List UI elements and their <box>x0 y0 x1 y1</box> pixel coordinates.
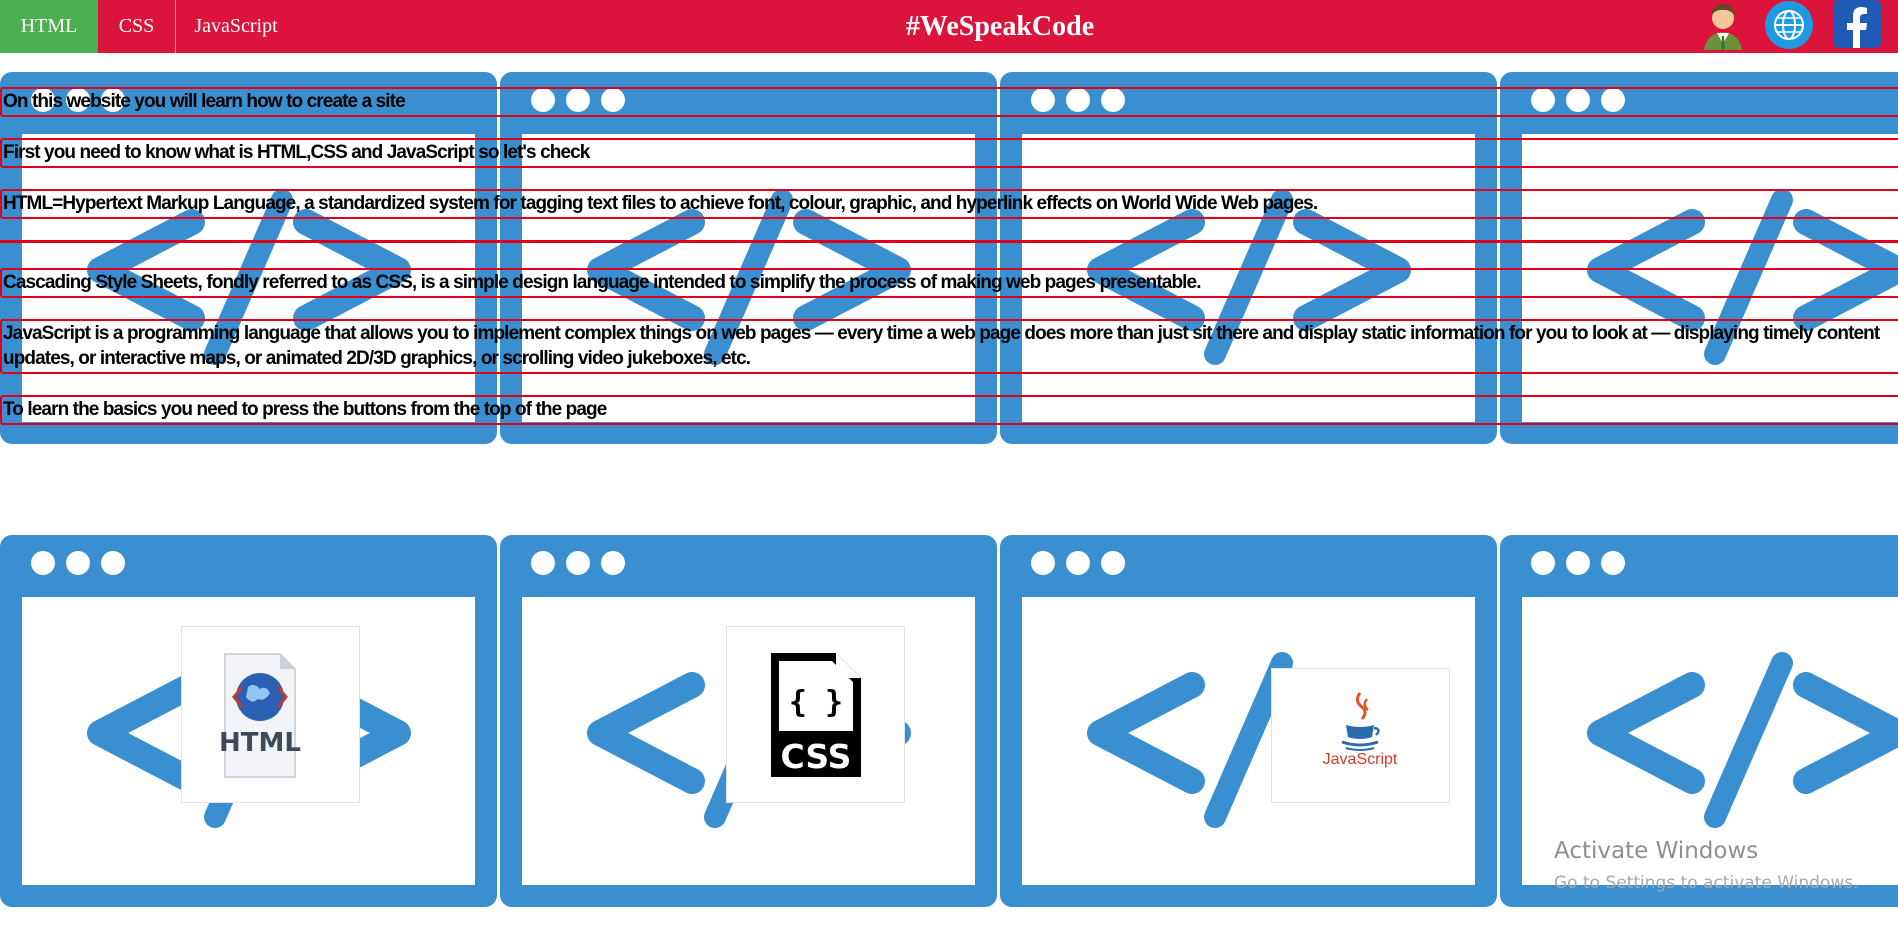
css-logo-link[interactable]: { } CSS <box>726 626 905 803</box>
watermark-title: Activate Windows <box>1554 838 1759 864</box>
tab-javascript[interactable]: JavaScript <box>176 0 296 53</box>
html-file-icon: HTML <box>219 653 301 778</box>
globe-icon[interactable] <box>1764 0 1814 50</box>
svg-text:{ }: { } <box>789 685 843 720</box>
tab-html[interactable]: HTML <box>0 0 98 53</box>
css-file-icon: { } CSS <box>771 653 861 777</box>
background-tile-row-1 <box>0 72 1898 444</box>
site-title: #WeSpeakCode <box>905 11 1095 42</box>
watermark-subtitle: Go to Settings to activate Windows. <box>1554 873 1859 893</box>
code-window-icon <box>500 72 997 444</box>
user-avatar-icon[interactable] <box>1700 0 1746 50</box>
intro-line-4: Cascading Style Sheets, fondly referred … <box>0 268 1898 298</box>
top-nav-bar: HTML CSS JavaScript #WeSpeakCode <box>0 0 1898 53</box>
intro-line-5: JavaScript is a programming language tha… <box>0 319 1898 374</box>
code-window-icon <box>1000 72 1497 444</box>
javascript-logo-label: JavaScript <box>1323 751 1398 768</box>
code-window-icon <box>0 72 497 444</box>
java-cup-icon: JavaScript <box>1323 692 1398 768</box>
css-logo-label: CSS <box>781 737 852 776</box>
facebook-icon[interactable] <box>1833 0 1881 48</box>
javascript-logo-link[interactable]: JavaScript <box>1271 668 1450 803</box>
code-window-icon <box>1500 72 1898 444</box>
html-logo-label: HTML <box>219 728 301 758</box>
divider <box>0 240 1898 243</box>
intro-line-1: On this website you will learn how to cr… <box>0 87 1898 117</box>
intro-line-3: HTML=Hypertext Markup Language, a standa… <box>0 189 1898 219</box>
html-logo-link[interactable]: HTML <box>181 626 360 803</box>
intro-line-6: To learn the basics you need to press th… <box>0 395 1898 425</box>
tab-css[interactable]: CSS <box>98 0 176 53</box>
intro-line-2: First you need to know what is HTML,CSS … <box>0 138 1898 168</box>
